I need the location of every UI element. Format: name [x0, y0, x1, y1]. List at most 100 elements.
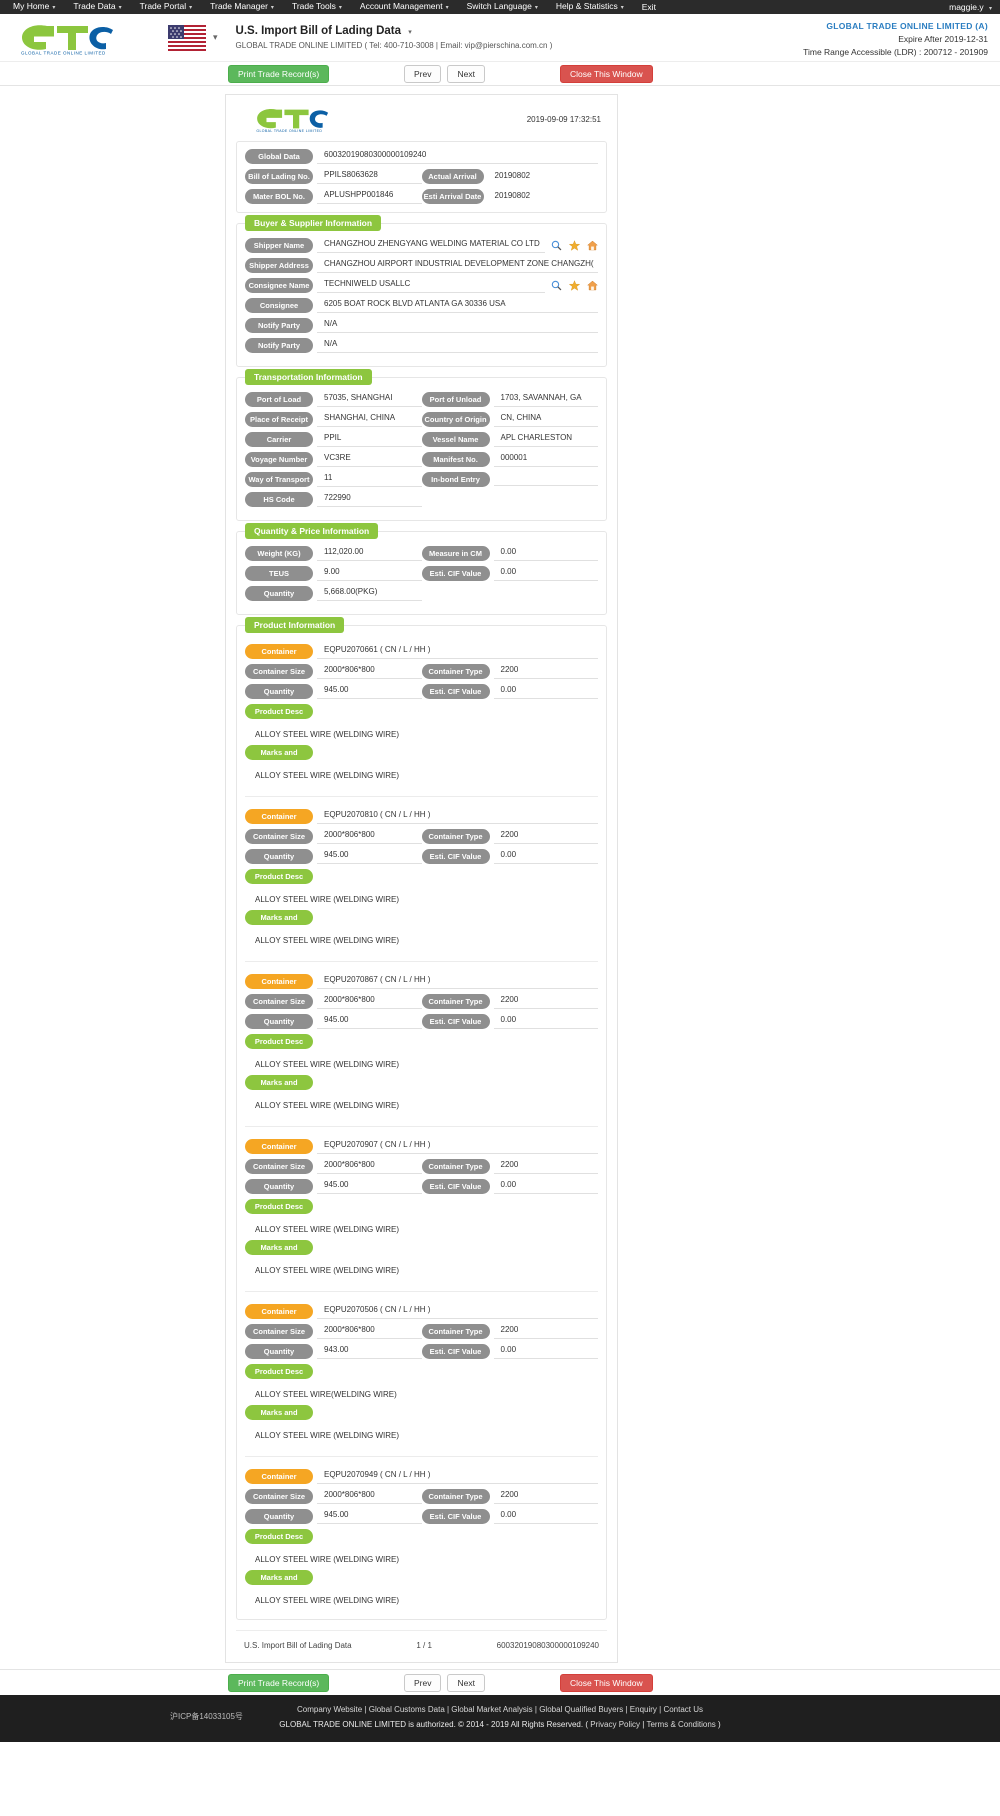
- container-row: Container EQPU2070907 ( CN / L / HH ): [245, 1139, 598, 1154]
- footer-link-enquiry[interactable]: Enquiry: [630, 1705, 657, 1714]
- document-header: GLOBAL TRADE ONLINE LIMITED 2019-09-09 1…: [236, 103, 607, 141]
- star-icon[interactable]: [569, 240, 580, 251]
- chevron-down-icon: ▾: [189, 5, 193, 11]
- marks-row: Marks and: [245, 745, 598, 760]
- field-cell: Quantity 943.00: [245, 1344, 422, 1359]
- search-icon[interactable]: [551, 280, 562, 291]
- prev-button[interactable]: Prev: [404, 64, 442, 83]
- nav-item-trade-manager[interactable]: Trade Manager ▾: [201, 0, 283, 15]
- container-size-label: Container Size: [245, 1159, 313, 1174]
- close-window-button[interactable]: Close This Window: [560, 64, 653, 83]
- prev-button-bottom[interactable]: Prev: [404, 1673, 442, 1692]
- quantity-value: 945.00: [317, 1509, 422, 1524]
- nav-item-help-statistics[interactable]: Help & Statistics ▾: [547, 0, 633, 15]
- nav-item-account-management[interactable]: Account Management ▾: [351, 0, 458, 15]
- search-icon[interactable]: [551, 240, 562, 251]
- field-label: Port of Unload: [421, 392, 490, 407]
- field-row: Carrier PPIL Vessel Name APL CHARLESTON: [245, 432, 598, 447]
- nav-item-switch-language[interactable]: Switch Language ▾: [458, 0, 547, 15]
- next-button[interactable]: Next: [447, 64, 485, 83]
- quantity-row: Quantity 945.00 Esti. CIF Value 0.00: [245, 1509, 598, 1524]
- footer-link-global-market-analysis[interactable]: Global Market Analysis: [451, 1705, 532, 1714]
- field-value: 1703, SAVANNAH, GA: [493, 392, 598, 407]
- product-desc-text: ALLOY STEEL WIRE (WELDING WIRE): [255, 895, 400, 904]
- container-row: Container EQPU2070661 ( CN / L / HH ): [245, 644, 598, 659]
- global-data-value: 60032019080300000109240: [317, 149, 598, 164]
- product-desc-row: Product Desc: [245, 1364, 598, 1379]
- master-bol-label: Mater BOL No.: [245, 189, 313, 204]
- quantity-value: 945.00: [317, 684, 422, 699]
- nav-item-my-home[interactable]: My Home ▾: [4, 0, 64, 15]
- chevron-down-icon: ▾: [988, 6, 992, 12]
- next-button-bottom[interactable]: Next: [447, 1673, 485, 1692]
- document-footer: U.S. Import Bill of Lading Data 1 / 1 60…: [236, 1630, 607, 1652]
- footer-link-company-website[interactable]: Company Website: [297, 1705, 362, 1714]
- nav-item-label: Trade Tools: [291, 1, 336, 11]
- print-trade-records-button-bottom[interactable]: Print Trade Record(s): [228, 1673, 330, 1692]
- terms-conditions-link[interactable]: Terms & Conditions: [646, 1720, 715, 1729]
- transportation-panel: Transportation Information Port of Load 5…: [236, 369, 607, 521]
- print-trade-records-button[interactable]: Print Trade Record(s): [228, 64, 330, 83]
- marks-row: Marks and: [245, 1405, 598, 1420]
- nav-item-trade-tools[interactable]: Trade Tools ▾: [283, 0, 351, 15]
- page-title[interactable]: U.S. Import Bill of Lading Data ▾: [236, 25, 553, 37]
- nav-item-trade-data[interactable]: Trade Data ▾: [64, 0, 130, 15]
- icp-license: 沪ICP备14033105号: [170, 1712, 243, 1721]
- chevron-down-icon: ▾: [52, 5, 56, 11]
- container-size-value: 2000*806*800: [317, 1489, 422, 1504]
- field-cell: Container EQPU2070949 ( CN / L / HH ): [245, 1469, 598, 1484]
- container-type-label: Container Type: [421, 994, 490, 1009]
- record-action-icons: [545, 240, 598, 251]
- quantity-row: Quantity 945.00 Esti. CIF Value 0.00: [245, 849, 598, 864]
- footer-link-global-customs-data[interactable]: Global Customs Data: [369, 1705, 445, 1714]
- esti-cif-label: Esti. CIF Value: [421, 849, 490, 864]
- field-cell: Container Size 2000*806*800: [245, 1489, 422, 1504]
- nav-item-trade-portal[interactable]: Trade Portal ▾: [131, 0, 201, 15]
- field-cell: In-bond Entry: [421, 472, 598, 487]
- document-timestamp: 2019-09-09 17:32:51: [526, 114, 601, 124]
- quantity-value: 945.00: [317, 1014, 422, 1029]
- product-desc-label: Product Desc: [245, 1034, 313, 1049]
- footer-copyright: GLOBAL TRADE ONLINE LIMITED is authorize…: [279, 1720, 584, 1729]
- privacy-policy-link[interactable]: Privacy Policy: [590, 1720, 640, 1729]
- footer-link-global-qualified-buyers[interactable]: Global Qualified Buyers: [539, 1705, 623, 1714]
- container-size-value: 2000*806*800: [317, 1324, 422, 1339]
- field-value: CHANGZHOU ZHENGYANG WELDING MATERIAL CO …: [317, 238, 545, 253]
- field-row: Weight (KG) 112,020.00 Measure in CM 0.00: [245, 546, 598, 561]
- container-type-label: Container Type: [421, 1324, 490, 1339]
- quantity-label: Quantity: [245, 1509, 313, 1524]
- close-window-button-bottom[interactable]: Close This Window: [560, 1673, 653, 1692]
- nav-item-exit[interactable]: Exit: [633, 0, 665, 14]
- svg-text:GLOBAL TRADE ONLINE LIMITED: GLOBAL TRADE ONLINE LIMITED: [256, 129, 322, 133]
- field-value: 0.00: [493, 546, 598, 561]
- container-label: Container: [245, 644, 313, 659]
- field-cell: Esti. CIF Value 0.00: [421, 1014, 598, 1029]
- marks-label: Marks and: [245, 910, 313, 925]
- field-cell: Voyage Number VC3RE: [245, 452, 422, 467]
- field-value: VC3RE: [317, 452, 422, 467]
- field-cell: Notify Party N/A: [245, 318, 598, 333]
- esti-cif-label: Esti. CIF Value: [421, 1179, 490, 1194]
- field-value: TECHNIWELD USALLC: [317, 278, 545, 293]
- star-icon[interactable]: [569, 280, 580, 291]
- product-information-panel: Product Information Container EQPU2070661…: [236, 617, 607, 1620]
- field-cell: Container EQPU2070907 ( CN / L / HH ): [245, 1139, 598, 1154]
- esti-cif-value: 0.00: [493, 1179, 598, 1194]
- quantity-row: Quantity 945.00 Esti. CIF Value 0.00: [245, 684, 598, 699]
- field-cell: Quantity 5,668.00(PKG): [245, 586, 422, 601]
- container-size-value: 2000*806*800: [317, 664, 422, 679]
- home-icon[interactable]: [587, 280, 598, 291]
- quantity-value: 945.00: [317, 849, 422, 864]
- buyer-supplier-row: Shipper Name CHANGZHOU ZHENGYANG WELDING …: [245, 238, 598, 253]
- trade-record-document: GLOBAL TRADE ONLINE LIMITED 2019-09-09 1…: [225, 94, 618, 1663]
- field-label: Vessel Name: [421, 432, 490, 447]
- home-icon[interactable]: [587, 240, 598, 251]
- field-cell: Port of Load 57035, SHANGHAI: [245, 392, 422, 407]
- footer-link-contact-us[interactable]: Contact Us: [663, 1705, 703, 1714]
- country-selector[interactable]: ▾: [168, 24, 218, 51]
- product-desc-row: Product Desc: [245, 704, 598, 719]
- field-row: HS Code 722990: [245, 492, 598, 507]
- gtc-logo[interactable]: GLOBAL TRADE ONLINE LIMITED: [10, 21, 140, 55]
- field-label: Consignee: [245, 298, 313, 313]
- field-label: Esti. CIF Value: [421, 566, 490, 581]
